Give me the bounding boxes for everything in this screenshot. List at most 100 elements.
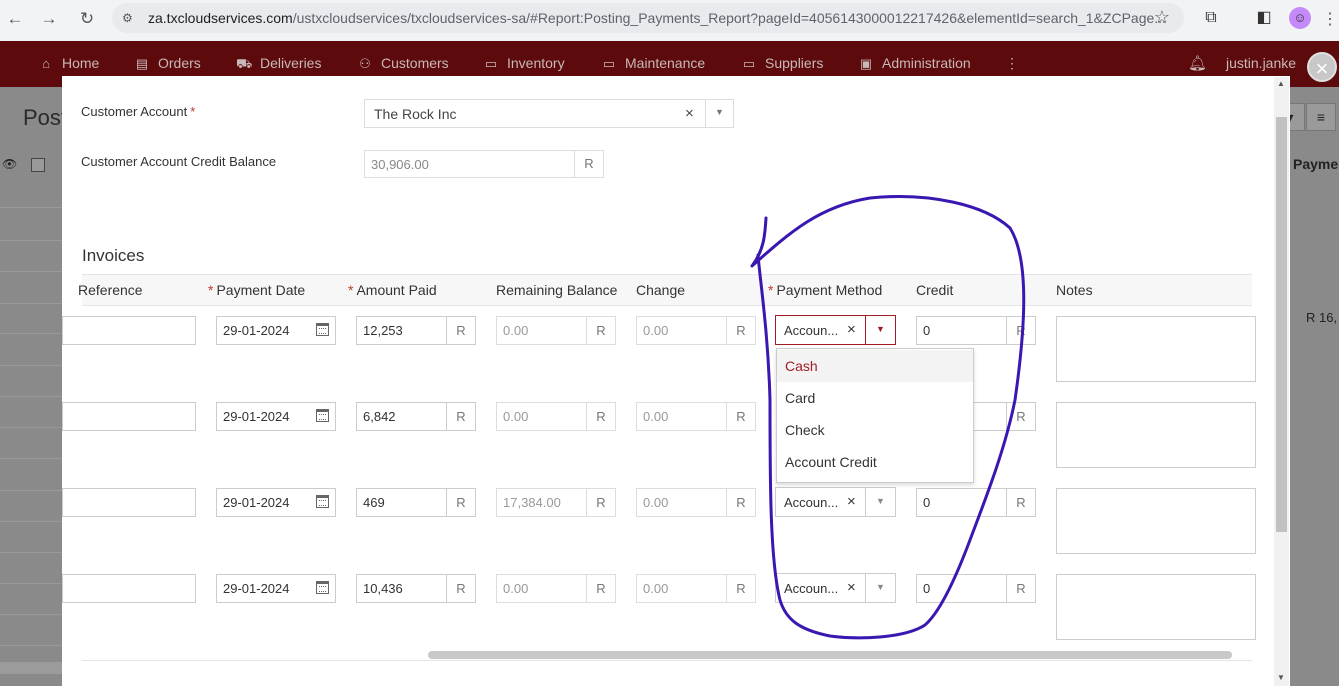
calendar-icon[interactable] — [316, 581, 329, 594]
browser-menu-icon[interactable]: ⋮ — [1322, 9, 1338, 29]
change-field: 0.00 R — [636, 402, 756, 431]
row-divider — [0, 303, 62, 304]
calendar-icon[interactable] — [316, 409, 329, 422]
site-settings-icon[interactable]: ⚙ — [122, 10, 138, 26]
nav-home[interactable]: ⌂ Home — [38, 55, 99, 71]
chevron-down-icon[interactable]: ▼ — [715, 107, 724, 117]
row-divider — [0, 427, 62, 428]
credit-input[interactable]: 0R — [916, 574, 1036, 603]
bell-icon[interactable]: 🔔︎ — [1188, 54, 1207, 72]
clear-icon[interactable]: × — [847, 579, 856, 596]
scrollbar-thumb[interactable] — [1276, 117, 1287, 532]
currency-addon: R — [446, 489, 475, 516]
amount-paid-input[interactable]: 6,842 R — [356, 402, 476, 431]
calendar-icon[interactable] — [316, 323, 329, 336]
nav-deliveries[interactable]: ⛟ Deliveries — [236, 55, 321, 74]
background-scrollbar — [0, 662, 62, 674]
notes-textarea[interactable] — [1056, 574, 1256, 640]
notes-textarea[interactable] — [1056, 316, 1256, 382]
amount-paid-input[interactable]: 12,253 R — [356, 316, 476, 345]
forward-icon[interactable]: → — [38, 8, 60, 30]
customer-account-label: Customer Account * — [81, 104, 196, 119]
currency-addon: R — [586, 489, 615, 516]
nav-orders[interactable]: ▤ Orders — [134, 55, 201, 72]
chevron-down-icon[interactable]: ▼ — [876, 582, 885, 592]
nav-administration[interactable]: ▣ Administration — [858, 55, 971, 72]
row-divider — [0, 645, 62, 646]
credit-input[interactable]: 0R — [916, 316, 1036, 345]
address-bar[interactable]: ⚙ za.txcloudservices.com/ustxcloudservic… — [112, 3, 1184, 33]
reference-input[interactable] — [62, 488, 196, 517]
nav-inventory[interactable]: ▭ Inventory — [483, 55, 565, 72]
inventory-icon: ▭ — [484, 56, 498, 71]
option-cash[interactable]: Cash — [777, 350, 973, 382]
notes-textarea[interactable] — [1056, 402, 1256, 468]
currency-addon: R — [1006, 317, 1035, 344]
payment-method-select[interactable]: Accoun... × ▼ — [775, 573, 896, 603]
column-header-notes: Notes — [1056, 282, 1093, 298]
chevron-down-icon[interactable]: ▼ — [876, 496, 885, 506]
browser-toolbar: ← → ↻ ⚙ za.txcloudservices.com/ustxcloud… — [0, 0, 1339, 41]
currency-addon: R — [726, 489, 755, 516]
user-menu[interactable]: justin.janke — [1226, 55, 1296, 71]
payment-date-input[interactable]: 29-01-2024 — [216, 316, 336, 345]
customer-account-select[interactable]: The Rock Inc × ▼ — [364, 99, 734, 128]
nav-more-icon[interactable]: ⋮ — [1005, 55, 1019, 72]
reference-input[interactable] — [62, 574, 196, 603]
calendar-icon[interactable] — [316, 495, 329, 508]
currency-addon: R — [586, 317, 615, 344]
scroll-up-icon[interactable]: ▲ — [1277, 79, 1285, 88]
nav-customers[interactable]: ⚇ Customers — [357, 55, 449, 72]
row-divider — [0, 207, 62, 208]
back-icon[interactable]: ← — [4, 8, 26, 30]
amount-paid-input[interactable]: 10,436 R — [356, 574, 476, 603]
scroll-down-icon[interactable]: ▼ — [1277, 673, 1285, 682]
profile-avatar[interactable]: ☺ — [1289, 7, 1311, 29]
reference-input[interactable] — [62, 316, 196, 345]
payment-date-input[interactable]: 29-01-2024 — [216, 488, 336, 517]
payment-method-dropdown: Cash Card Check Account Credit — [776, 348, 974, 483]
nav-suppliers[interactable]: ▭ Suppliers — [741, 55, 824, 72]
clear-icon[interactable]: × — [847, 493, 856, 510]
post-payment-modal: Customer Account * The Rock Inc × ▼ Custo… — [62, 76, 1290, 686]
currency-addon: R — [446, 403, 475, 430]
currency-addon: R — [726, 403, 755, 430]
payment-date-input[interactable]: 29-01-2024 — [216, 574, 336, 603]
notes-textarea[interactable] — [1056, 488, 1256, 554]
credit-input[interactable]: 0R — [916, 488, 1036, 517]
change-field: 0.00 R — [636, 316, 756, 345]
column-header-payment-date: * Payment Date — [208, 282, 306, 298]
extensions-icon[interactable]: ⧉ — [1200, 7, 1222, 29]
option-card[interactable]: Card — [777, 382, 973, 414]
close-modal-button[interactable]: × — [1307, 52, 1337, 82]
currency-addon: R — [726, 317, 755, 344]
currency-addon: R — [446, 575, 475, 602]
nav-maintenance[interactable]: ▭ Maintenance — [601, 55, 705, 72]
url-text: za.txcloudservices.com/ustxcloudservices… — [148, 10, 1166, 26]
horizontal-scrollbar[interactable] — [428, 651, 1232, 659]
amount-paid-input[interactable]: 469 R — [356, 488, 476, 517]
payment-date-input[interactable]: 29-01-2024 — [216, 402, 336, 431]
remaining-balance-field: 17,384.00 R — [496, 488, 616, 517]
option-check[interactable]: Check — [777, 414, 973, 446]
column-header-change: Change — [636, 282, 686, 298]
payment-method-select[interactable]: Accoun... × ▼ — [775, 487, 896, 517]
select-divider — [865, 488, 866, 516]
reload-icon[interactable]: ↻ — [76, 8, 98, 30]
reference-input[interactable] — [62, 402, 196, 431]
payment-method-select[interactable]: Accoun... × ▼ — [775, 315, 896, 345]
row-divider — [0, 490, 62, 491]
vertical-scrollbar[interactable]: ▲ ▼ — [1274, 77, 1289, 686]
side-panel-icon[interactable]: ◧ — [1253, 7, 1275, 29]
bookmark-star-icon[interactable]: ☆ — [1154, 7, 1170, 28]
currency-addon: R — [586, 403, 615, 430]
currency-addon: R — [1006, 403, 1035, 430]
chevron-down-icon[interactable]: ▼ — [876, 324, 885, 334]
row-divider — [0, 365, 62, 366]
menu-icon: ≡ — [1306, 103, 1336, 131]
clear-icon[interactable]: × — [685, 105, 694, 122]
customers-icon: ⚇ — [359, 56, 371, 71]
option-account-credit[interactable]: Account Credit — [777, 446, 973, 478]
column-header-credit: Credit — [916, 282, 954, 298]
clear-icon[interactable]: × — [847, 321, 856, 338]
